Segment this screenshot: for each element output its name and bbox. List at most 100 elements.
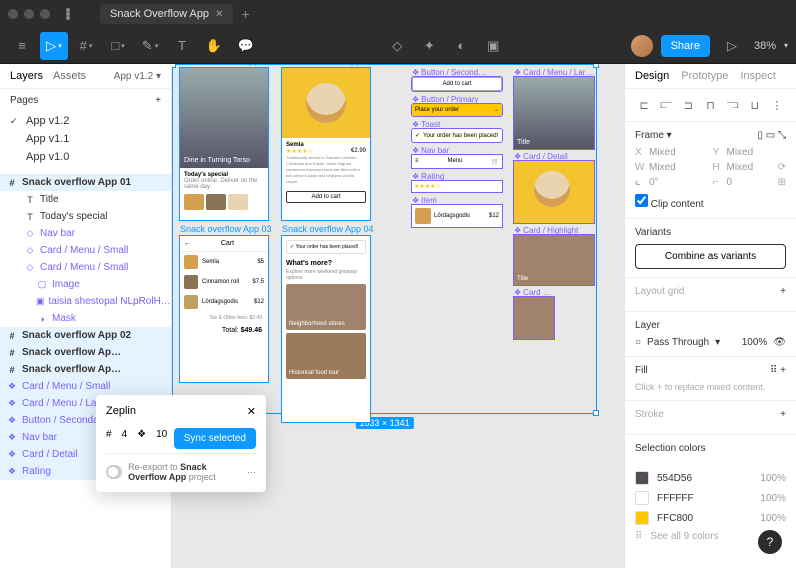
component-label[interactable]: ❖ Button / Primary [412,95,502,104]
card-detail-component[interactable] [514,161,594,223]
page-item[interactable]: App v1.0 [0,148,171,166]
page-item[interactable]: App v1.1 [0,130,171,148]
rotation-input[interactable]: 0° [649,177,659,188]
reexport-toggle[interactable] [106,465,122,479]
color-row[interactable]: FFC800100% [625,508,796,528]
visibility-icon[interactable]: 👁 [773,337,786,348]
help-button[interactable]: ? [758,530,782,554]
blend-mode[interactable]: Pass Through [647,337,709,348]
component-label[interactable]: ❖ Card / Menu / Lar… [514,68,594,77]
artboard-01[interactable]: Dine in Turning Torso Today's specialOrd… [180,68,268,220]
link-icon[interactable]: ⟳ [778,162,786,173]
comment-tool[interactable]: 💬 [232,32,260,60]
component-label[interactable]: ❖ Card … [514,288,594,297]
align-bottom-icon[interactable]: ⊔ [746,95,764,115]
add-page-button[interactable]: + [155,95,161,106]
frame-mode-icon[interactable]: ▯ [757,130,763,141]
y-input[interactable]: Mixed [727,147,754,158]
move-tool[interactable]: ▷ [40,32,68,60]
component-label[interactable]: ❖ Rating [412,172,502,181]
layer-frame[interactable]: #Snack overflow App 01 [0,174,171,191]
component-label[interactable]: ❖ Card / Highlight [514,226,594,235]
w-input[interactable]: Mixed [649,162,676,173]
component-tool[interactable]: ◇ [383,32,411,60]
assets-tab[interactable]: Assets [53,70,86,82]
present-button[interactable]: ▷ [718,32,746,60]
component-label[interactable]: ❖ Button / Second… [412,68,502,77]
layer-instance[interactable]: ◇Card / Menu / Small [0,259,171,276]
union-tool[interactable]: ▣ [479,32,507,60]
add-stroke-button[interactable]: + [780,409,786,420]
component-label[interactable]: ❖ Nav bar [412,146,502,155]
add-tab-button[interactable]: + [241,6,249,22]
sync-selected-button[interactable]: Sync selected [174,428,256,449]
artboard-02[interactable]: Semla★★★★☆ €2.99Traditionally served in … [282,68,370,220]
button-secondary-component[interactable]: Add to cart [412,77,502,91]
navbar-component[interactable]: ≡Menu🛒 [412,155,502,168]
traffic-max[interactable] [40,9,50,19]
artboard-label[interactable]: Snack overflow App 03 [180,224,272,234]
layer-instance[interactable]: ◇Nav bar [0,225,171,242]
layer-frame[interactable]: #Snack overflow Ap… [0,361,171,378]
canvas[interactable]: 1633 × 1341 Snack overflow App 01 Dine i… [172,64,624,568]
combine-variants-button[interactable]: Combine as variants [635,244,786,269]
text-tool[interactable]: T [168,32,196,60]
add-grid-button[interactable]: + [780,286,786,297]
component-label[interactable]: ❖ Card / Detail [514,152,594,161]
layer-text[interactable]: TTitle [0,191,171,208]
resize-handle[interactable] [593,410,599,416]
menu-button[interactable]: ≡ [8,32,36,60]
boolean-tool[interactable]: ◐ [447,32,475,60]
zoom-level[interactable]: 38% [754,40,776,52]
card-highlight-component[interactable]: Title [514,235,594,285]
align-center-h-icon[interactable]: ⫍ [657,95,675,115]
add-fill-button[interactable]: + [780,365,786,376]
component-label[interactable]: ❖ Toast [412,120,502,129]
close-icon[interactable]: ✕ [215,9,223,20]
share-button[interactable]: Share [661,35,710,57]
file-tab[interactable]: Snack Overflow App ✕ [100,4,233,24]
traffic-close[interactable] [8,9,18,19]
artboard-03[interactable]: ←Cart Semla$5 Cinnamon roll$7.5 Lördagsg… [180,236,268,382]
layer-text[interactable]: TToday's special [0,208,171,225]
user-avatar[interactable] [631,35,653,57]
distribute-icon[interactable]: ⋮ [768,95,786,115]
layer-image[interactable]: ▣taisia shestopal NLpRolH… [0,293,171,310]
shape-tool[interactable]: □ [104,32,132,60]
resize-handle[interactable] [172,64,176,68]
opacity-input[interactable]: 100% [742,337,768,348]
close-icon[interactable]: ✕ [247,405,256,418]
artboard-label[interactable]: Snack overflow App 02 [282,64,374,66]
card-small-component[interactable] [514,297,554,339]
align-top-icon[interactable]: ⊓ [701,95,719,115]
inspect-tab[interactable]: Inspect [740,70,775,82]
artboard-label[interactable]: Snack overflow App 04 [282,224,374,234]
frame-heading[interactable]: Frame ▾ [635,130,672,141]
item-component[interactable]: Lördagsgodis$12 [412,205,502,227]
toast-component[interactable]: ✓Your order has been placed! [412,129,502,142]
button-primary-component[interactable]: Place your order→ [412,104,502,116]
traffic-min[interactable] [24,9,34,19]
resize-fit-icon[interactable]: ⤡ [778,130,786,141]
component-label[interactable]: ❖ Item [412,196,502,205]
artboard-04[interactable]: ✓ Your order has been placed! What's mor… [282,236,370,422]
pen-tool[interactable]: ✎ [136,32,164,60]
color-row[interactable]: 554D56100% [625,468,796,488]
layers-tab[interactable]: Layers [10,70,43,82]
chevron-down-icon[interactable]: ▾ [784,41,788,50]
design-tab[interactable]: Design [635,70,669,82]
card-large-component[interactable]: Title [514,77,594,149]
prototype-tab[interactable]: Prototype [681,70,728,82]
color-row[interactable]: FFFFFF100% [625,488,796,508]
frame-tool[interactable]: # [72,32,100,60]
frame-mode-icon[interactable]: ▭ [766,130,775,141]
style-icon[interactable]: ⠿ [770,365,777,376]
clip-content-checkbox[interactable] [635,194,648,207]
layer-instance[interactable]: ◇Card / Menu / Small [0,242,171,259]
page-selector[interactable]: App v1.2 ▾ [114,71,161,82]
page-item[interactable]: ✓App v1.2 [0,112,171,130]
h-input[interactable]: Mixed [727,162,754,173]
rating-component[interactable]: ★★★★☆ [412,181,502,192]
x-input[interactable]: Mixed [649,147,676,158]
corners-icon[interactable]: ⊞ [778,177,786,188]
